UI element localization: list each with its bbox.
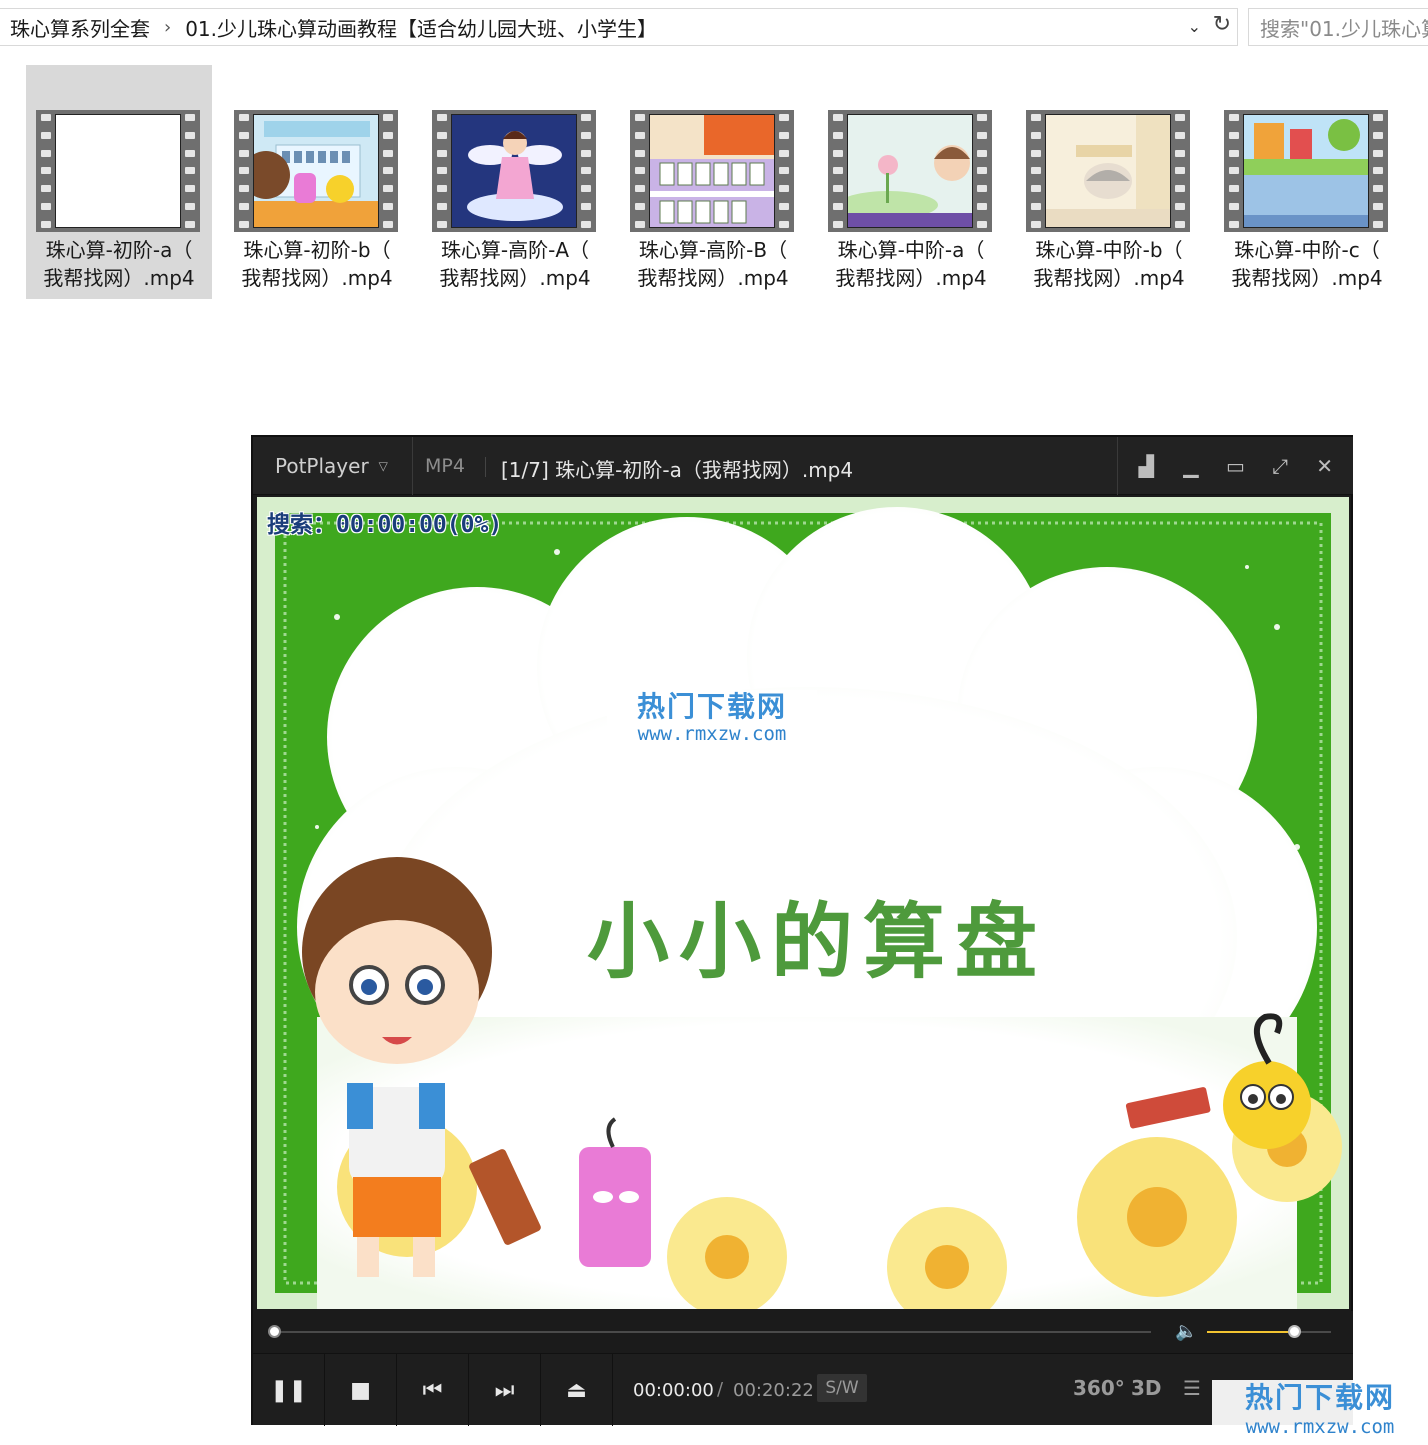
file-tile[interactable]: 珠心算-高阶-B（ 我帮找网）.mp4 [620, 65, 806, 299]
file-tile[interactable]: 珠心算-中阶-b（ 我帮找网）.mp4 [1016, 65, 1202, 299]
maximize-icon[interactable]: ▭ [1218, 454, 1252, 478]
file-tile[interactable]: 珠心算-初阶-b（ 我帮找网）.mp4 [224, 65, 410, 299]
volume-icon[interactable]: 🔈 [1175, 1321, 1197, 1342]
volume-level [1207, 1331, 1294, 1333]
time-separator: / [717, 1379, 724, 1400]
history-dropdown-icon[interactable]: ⌄ [1188, 17, 1201, 36]
file-tile[interactable]: 珠心算-中阶-c（ 我帮找网）.mp4 [1214, 65, 1400, 299]
address-bar[interactable]: 珠心算系列全套 › 01.少儿珠心算动画教程【适合幼儿园大班、小学生】 ⌄ ↻ [0, 8, 1238, 46]
file-tile[interactable]: 珠心算-中阶-a（ 我帮找网）.mp4 [818, 65, 1004, 299]
volume-handle[interactable] [1287, 1325, 1301, 1338]
file-list: 珠心算-初阶-a（我帮找网）.mp4 珠心算-初阶-b（我帮找网）.mp4 [26, 65, 1426, 301]
close-icon[interactable]: ✕ [1308, 454, 1342, 478]
video-thumbnail-icon [432, 110, 596, 232]
file-tile[interactable]: 珠心算-高阶-A（ 我帮找网）.mp4 [422, 65, 608, 299]
video-thumbnail-icon [828, 110, 992, 232]
playlist-icon[interactable]: ☰ [1183, 1376, 1201, 1400]
address-bar-area: 珠心算系列全套 › 01.少儿珠心算动画教程【适合幼儿园大班、小学生】 ⌄ ↻ … [0, 0, 1428, 54]
osd-status: 搜索：00:00:00(0%) [267, 512, 503, 538]
player-titlebar[interactable]: PotPlayer ▽ MP4 [1/7] 珠心算-初阶-a（我帮找网）.mp4… [253, 437, 1353, 495]
file-name: 珠心算-中阶-a（ 我帮找网）.mp4 [835, 238, 987, 290]
media-title: [1/7] 珠心算-初阶-a（我帮找网）.mp4 [501, 458, 854, 482]
video-watermark: 热门下载网 www.rmxzw.com [607, 690, 817, 744]
search-placeholder: 搜索"01.少儿珠心算 [1260, 16, 1428, 41]
seek-bar-area: 🔈 [253, 1311, 1353, 1353]
vr-360-button[interactable]: 360° [1073, 1376, 1125, 1400]
corner-watermark: 热门下载网 www.rmxzw.com [1212, 1380, 1428, 1445]
pin-icon[interactable]: ▟ [1129, 454, 1163, 478]
video-thumbnail-icon [234, 110, 398, 232]
minimize-icon[interactable]: ▁ [1174, 454, 1208, 478]
open-button[interactable]: ⏏ [541, 1354, 613, 1426]
player-brand: PotPlayer [275, 454, 369, 478]
video-thumbnail-icon [1224, 110, 1388, 232]
video-thumbnail-icon [1026, 110, 1190, 232]
player-menu-button[interactable]: PotPlayer ▽ [253, 437, 413, 495]
next-icon: ⏭ [494, 1377, 515, 1403]
seek-handle[interactable] [268, 1325, 281, 1338]
previous-button[interactable]: ⏮ [397, 1354, 469, 1426]
video-area[interactable]: 搜索：00:00:00(0%) 热门下载网 www.rmxzw.com 小小的算… [257, 497, 1349, 1309]
3d-button[interactable]: 3D [1131, 1376, 1162, 1400]
file-name: 珠心算-高阶-A（ 我帮找网）.mp4 [439, 238, 591, 290]
refresh-icon[interactable]: ↻ [1213, 12, 1231, 37]
sw-decoder-badge[interactable]: S/W [817, 1374, 867, 1402]
total-time: 00:20:22 [733, 1380, 814, 1401]
file-name: 珠心算-中阶-c（ 我帮找网）.mp4 [1231, 238, 1383, 290]
breadcrumb-root[interactable]: 珠心算系列全套 [10, 13, 150, 42]
file-name: 珠心算-高阶-B（ 我帮找网）.mp4 [637, 238, 789, 290]
video-thumbnail-icon [36, 110, 200, 232]
fullscreen-icon[interactable]: ⤢ [1263, 454, 1297, 478]
file-name: 珠心算-初阶-a（ 我帮找网）.mp4 [43, 238, 195, 290]
next-button[interactable]: ⏭ [469, 1354, 541, 1426]
pause-icon: ❚❚ [270, 1377, 307, 1403]
pause-button[interactable]: ❚❚ [253, 1354, 325, 1426]
previous-icon: ⏮ [422, 1377, 443, 1403]
seek-bar[interactable] [273, 1331, 1151, 1333]
current-time: 00:00:00 [633, 1380, 714, 1401]
title-divider [485, 457, 486, 477]
control-bar: ❚❚ ■ ⏮ ⏭ ⏏ 00:00:00 / 00:20:22 S/W 360° … [253, 1353, 1353, 1426]
video-caption: 小小的算盘 [587, 895, 1048, 990]
stop-button[interactable]: ■ [325, 1354, 397, 1426]
file-name: 珠心算-初阶-b（ 我帮找网）.mp4 [241, 238, 393, 290]
volume-slider[interactable] [1207, 1325, 1331, 1338]
file-name: 珠心算-中阶-b（ 我帮找网）.mp4 [1033, 238, 1185, 290]
breadcrumb-current[interactable]: 01.少儿珠心算动画教程【适合幼儿园大班、小学生】 [185, 13, 657, 42]
video-thumbnail-icon [630, 110, 794, 232]
potplayer-window: PotPlayer ▽ MP4 [1/7] 珠心算-初阶-a（我帮找网）.mp4… [251, 435, 1353, 1426]
eject-icon: ⏏ [566, 1377, 587, 1403]
stop-icon: ■ [350, 1377, 371, 1403]
media-format: MP4 [425, 455, 465, 477]
window-controls: ▟ ▁ ▭ ⤢ ✕ [1117, 437, 1353, 495]
search-input[interactable]: 搜索"01.少儿珠心算 [1248, 8, 1428, 46]
file-tile[interactable]: 珠心算-初阶-a（ 我帮找网）.mp4 [26, 65, 212, 299]
breadcrumb-chevron-icon: › [164, 16, 172, 38]
chevron-down-icon: ▽ [378, 459, 388, 473]
